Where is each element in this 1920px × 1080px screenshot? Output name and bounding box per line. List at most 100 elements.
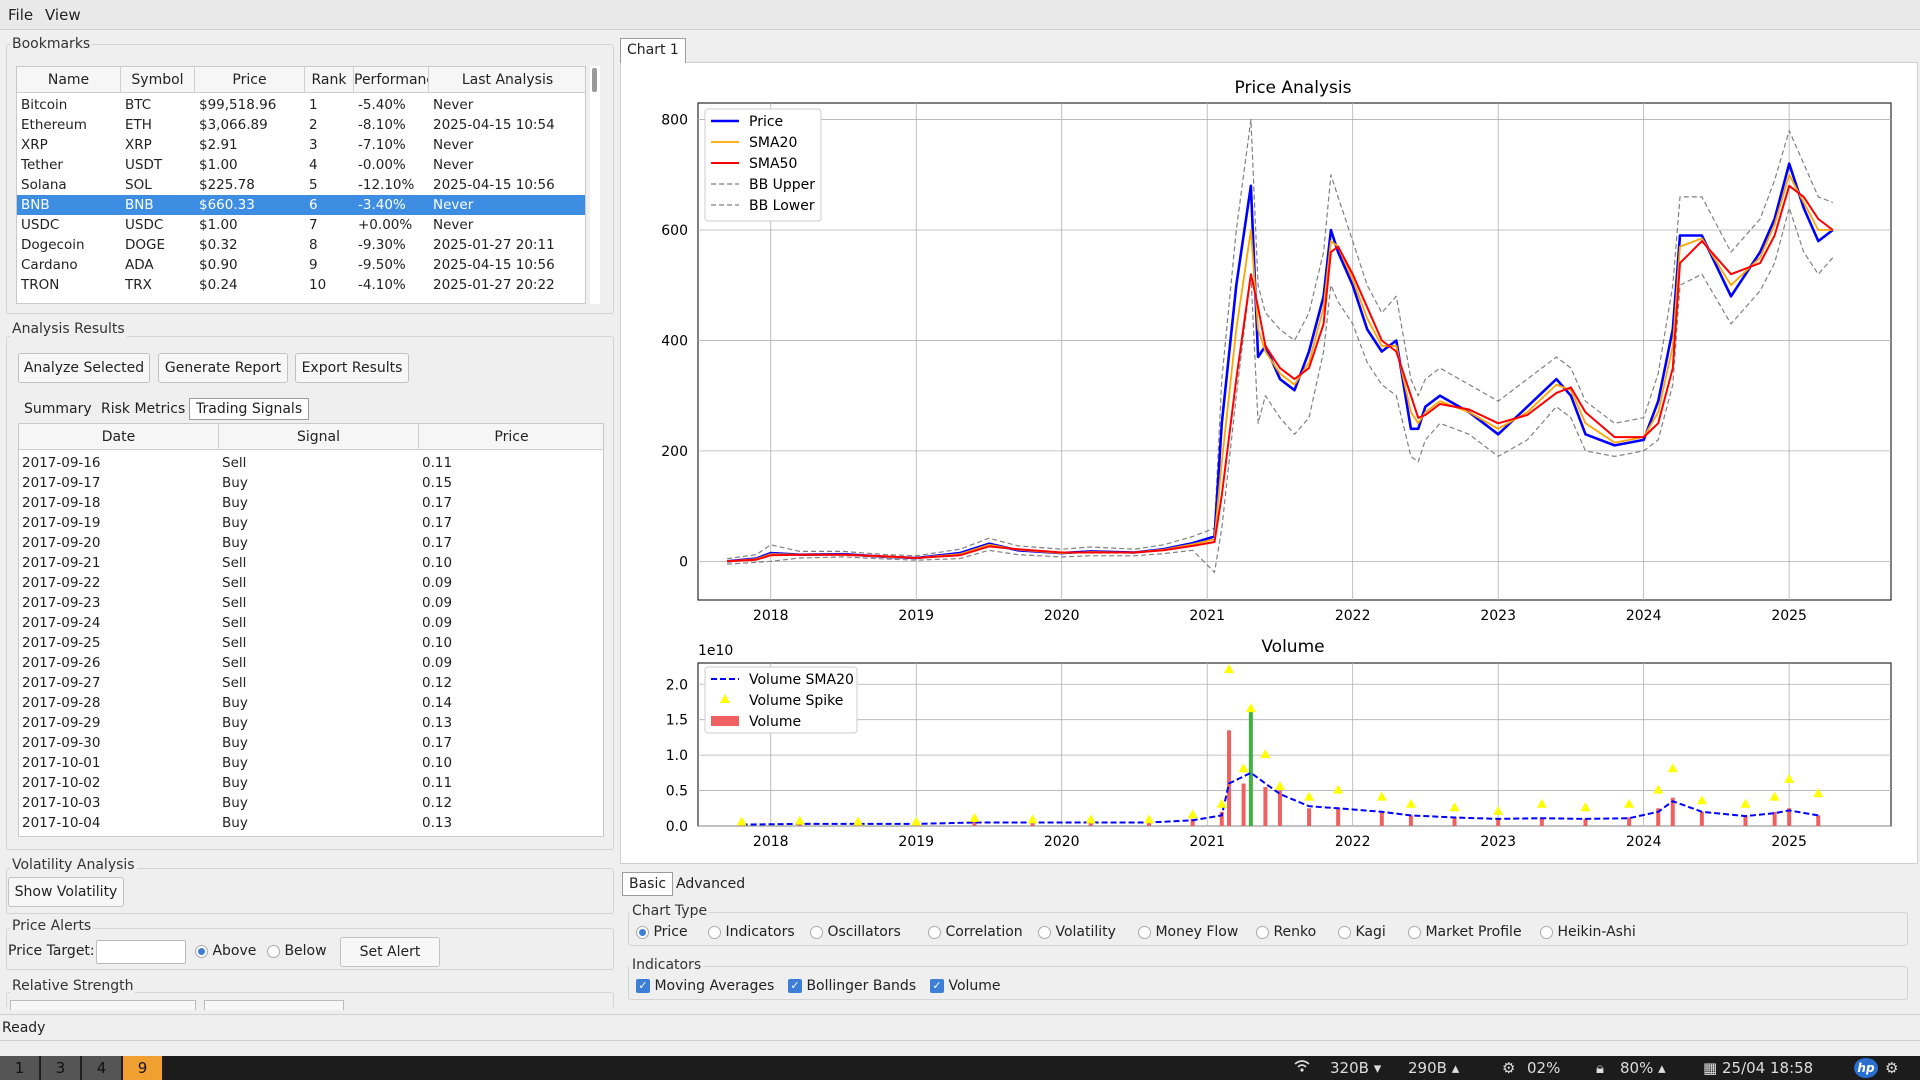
workspace-9[interactable]: 9: [123, 1056, 163, 1080]
table-cell: 2: [309, 117, 318, 133]
table-row[interactable]: 2017-09-30 Buy 0.17: [19, 733, 603, 753]
column-header[interactable]: Price: [195, 67, 305, 93]
workspace-3[interactable]: 3: [41, 1056, 81, 1080]
table-row[interactable]: 2017-09-29 Buy 0.13: [19, 713, 603, 733]
chart-type-option[interactable]: Correlation: [928, 924, 1023, 940]
chart-type-option[interactable]: Volatility: [1038, 924, 1116, 940]
alert-above-radio[interactable]: [195, 944, 208, 958]
table-row[interactable]: USDC USDC $1.00 7 +0.00% Never: [17, 215, 585, 235]
tab-trading-signals[interactable]: Trading Signals: [189, 398, 310, 420]
table-row[interactable]: 2017-09-25 Sell 0.10: [19, 633, 603, 653]
indicator-moving-averages[interactable]: ✓ Moving Averages: [636, 978, 774, 994]
radio-icon[interactable]: [1338, 925, 1351, 939]
table-row[interactable]: Dogecoin DOGE $0.32 8 -9.30% 2025-01-27 20:11: [17, 235, 585, 255]
column-header[interactable]: Performanc: [354, 67, 429, 93]
table-row[interactable]: Solana SOL $225.78 5 -12.10% 2025-04-15 10:56: [17, 175, 585, 195]
table-row[interactable]: 2017-09-22 Sell 0.09: [19, 573, 603, 593]
chart-type-option[interactable]: Oscillators: [810, 924, 901, 940]
column-header[interactable]: Price: [419, 424, 603, 450]
table-row[interactable]: BNB BNB $660.33 6 -3.40% Never: [17, 195, 585, 215]
bookmarks-scroll-thumb[interactable]: [592, 68, 597, 92]
signals-table-header: Date Signal Price: [19, 424, 603, 450]
chart-type-option[interactable]: Price: [636, 924, 688, 940]
table-row[interactable]: 2017-09-19 Buy 0.17: [19, 513, 603, 533]
check-icon[interactable]: ✓: [788, 979, 802, 993]
column-header[interactable]: Name: [17, 67, 121, 93]
column-header[interactable]: Date: [19, 424, 219, 450]
table-row[interactable]: 2017-10-01 Buy 0.10: [19, 753, 603, 773]
table-row[interactable]: 2017-10-02 Buy 0.11: [19, 773, 603, 793]
radio-icon[interactable]: [1408, 925, 1421, 939]
chart-type-option[interactable]: Heikin-Ashi: [1540, 924, 1636, 940]
table-row[interactable]: 2017-09-23 Sell 0.09: [19, 593, 603, 613]
table-row[interactable]: 2017-10-04 Buy 0.13: [19, 813, 603, 833]
y-tick-label: 0: [679, 554, 688, 570]
alert-below-option[interactable]: Below: [267, 943, 327, 959]
table-row[interactable]: 2017-09-20 Buy 0.17: [19, 533, 603, 553]
table-cell: 2017-09-22: [22, 575, 101, 591]
menu-view[interactable]: View: [45, 6, 81, 24]
table-row[interactable]: 2017-09-26 Sell 0.09: [19, 653, 603, 673]
table-row[interactable]: Cardano ADA $0.90 9 -9.50% 2025-04-15 10:56: [17, 255, 585, 275]
export-results-button[interactable]: Export Results: [295, 353, 409, 383]
check-icon[interactable]: ✓: [930, 979, 944, 993]
bookmarks-scrollbar[interactable]: [590, 66, 600, 304]
table-row[interactable]: 2017-09-24 Sell 0.09: [19, 613, 603, 633]
column-header[interactable]: Rank: [305, 67, 354, 93]
table-row[interactable]: 2017-09-28 Buy 0.14: [19, 693, 603, 713]
radio-icon[interactable]: [1138, 925, 1151, 939]
table-row[interactable]: XRP XRP $2.91 3 -7.10% Never: [17, 135, 585, 155]
tab-chart-1[interactable]: Chart 1: [620, 38, 686, 63]
table-row[interactable]: 2017-09-27 Sell 0.12: [19, 673, 603, 693]
table-row[interactable]: 2017-09-18 Buy 0.17: [19, 493, 603, 513]
table-row[interactable]: TRON TRX $0.24 10 -4.10% 2025-01-27 20:22: [17, 275, 585, 295]
column-header[interactable]: Signal: [219, 424, 419, 450]
generate-report-button[interactable]: Generate Report: [158, 353, 288, 383]
volume-bar: [1241, 783, 1246, 826]
chart-type-option[interactable]: Market Profile: [1408, 924, 1522, 940]
table-row[interactable]: Tether USDT $1.00 4 -0.00% Never: [17, 155, 585, 175]
price-target-input[interactable]: [96, 940, 186, 964]
menu-file[interactable]: File: [8, 6, 33, 24]
radio-icon[interactable]: [928, 925, 941, 939]
tab-summary[interactable]: Summary: [18, 399, 98, 421]
tab-risk-metrics[interactable]: Risk Metrics: [95, 399, 191, 421]
analyze-selected-button[interactable]: Analyze Selected: [18, 353, 150, 383]
radio-icon[interactable]: [636, 925, 649, 939]
radio-icon[interactable]: [1038, 925, 1051, 939]
chart-type-option[interactable]: Renko: [1256, 924, 1316, 940]
radio-icon[interactable]: [708, 925, 721, 939]
radio-icon[interactable]: [810, 925, 823, 939]
tab-basic[interactable]: Basic: [622, 872, 674, 896]
network-tray-icon[interactable]: ⚙: [1885, 1056, 1898, 1080]
table-row[interactable]: 2017-09-16 Sell 0.11: [19, 453, 603, 473]
show-volatility-button[interactable]: Show Volatility: [8, 877, 124, 907]
column-header[interactable]: Last Analysis: [429, 67, 585, 93]
table-cell: 0.11: [422, 775, 453, 791]
chart-type-label: Oscillators: [827, 924, 901, 940]
radio-icon[interactable]: [1540, 925, 1553, 939]
table-row[interactable]: 2017-09-21 Sell 0.10: [19, 553, 603, 573]
y-tick-label: 1.5: [666, 713, 688, 729]
indicator-volume[interactable]: ✓ Volume: [930, 978, 1001, 994]
chart-type-option[interactable]: Money Flow: [1138, 924, 1238, 940]
set-alert-button[interactable]: Set Alert: [340, 937, 440, 967]
check-icon[interactable]: ✓: [636, 979, 650, 993]
tab-advanced[interactable]: Advanced: [670, 874, 751, 896]
alert-above-option[interactable]: Above: [195, 943, 256, 959]
chart-type-option[interactable]: Kagi: [1338, 924, 1386, 940]
table-row[interactable]: Ethereum ETH $3,066.89 2 -8.10% 2025-04-15 10…: [17, 115, 585, 135]
table-row[interactable]: 2017-10-03 Buy 0.12: [19, 793, 603, 813]
table-row[interactable]: Bitcoin BTC $99,518.96 1 -5.40% Never: [17, 95, 585, 115]
alert-below-radio[interactable]: [267, 944, 280, 958]
chart-type-option[interactable]: Indicators: [708, 924, 795, 940]
column-header[interactable]: Symbol: [121, 67, 195, 93]
table-row[interactable]: 2017-09-17 Buy 0.15: [19, 473, 603, 493]
relative-strength-select-2[interactable]: [204, 1000, 344, 1010]
indicator-bollinger-bands[interactable]: ✓ Bollinger Bands: [788, 978, 916, 994]
workspace-4[interactable]: 4: [82, 1056, 122, 1080]
radio-icon[interactable]: [1256, 925, 1269, 939]
workspace-1[interactable]: 1: [0, 1056, 40, 1080]
table-cell: Buy: [222, 795, 248, 811]
relative-strength-select-1[interactable]: [10, 1000, 196, 1010]
